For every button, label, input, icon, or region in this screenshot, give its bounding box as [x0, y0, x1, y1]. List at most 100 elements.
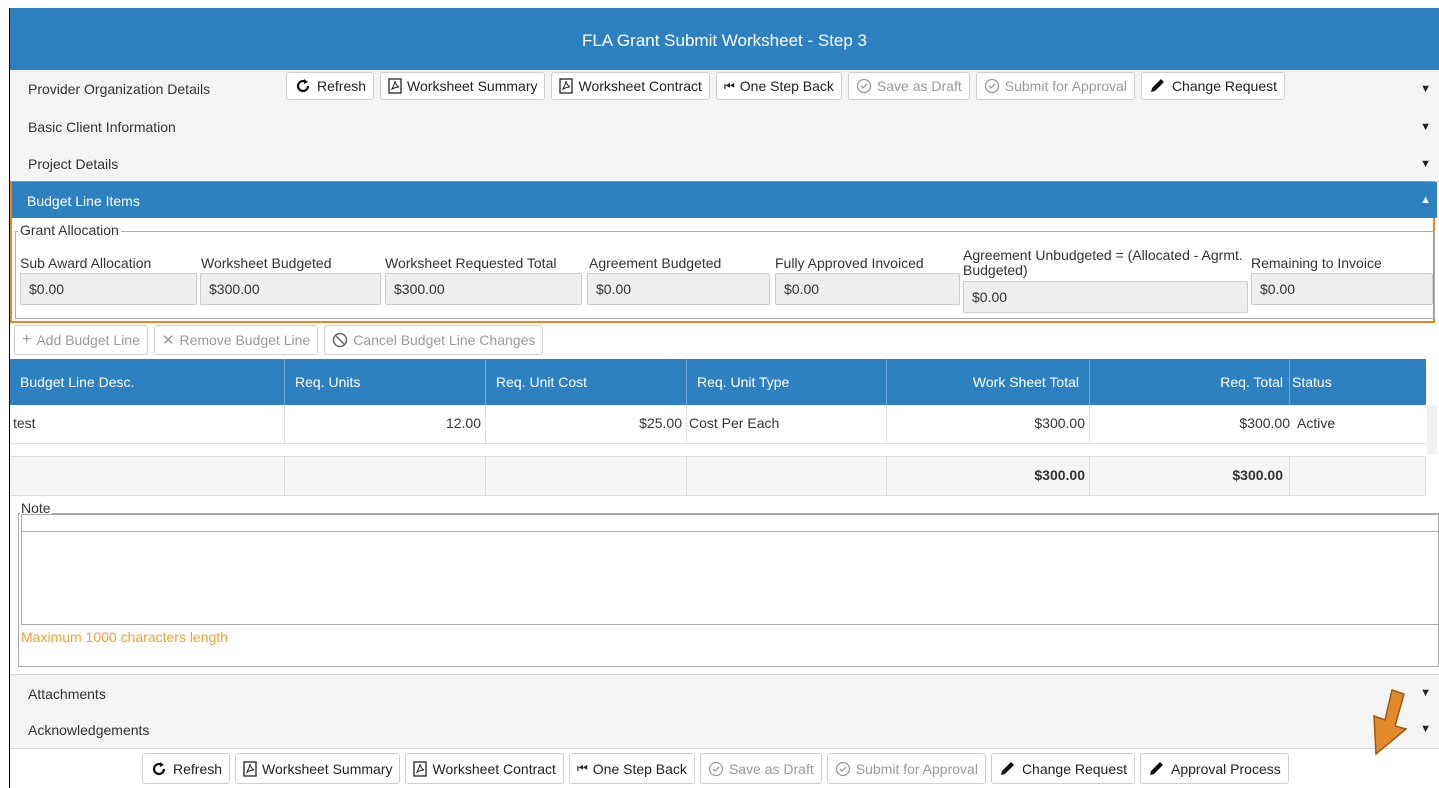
section-project-details[interactable]: Project Details ▼ — [10, 145, 1439, 182]
refresh-label: Refresh — [173, 760, 223, 777]
change-request-button[interactable]: Change Request — [1140, 72, 1286, 100]
chevron-down-icon[interactable]: ▼ — [1420, 121, 1431, 133]
check-circle-icon — [708, 761, 724, 776]
column-header-req-units[interactable]: Req. Units — [285, 359, 486, 405]
worksheet-contract-label: Worksheet Contract — [578, 78, 702, 94]
change-request-label: Change Request — [1171, 78, 1278, 94]
agreement-unbudgeted-field[interactable]: $0.00 — [963, 281, 1248, 313]
totals-cell-req-total: $300.00 — [1090, 457, 1290, 495]
close-icon: ✕ — [161, 332, 175, 349]
refresh-icon — [296, 79, 310, 93]
section-basic-client-label: Basic Client Information — [28, 119, 176, 135]
cell-desc: test — [10, 405, 285, 443]
section-budget-line-items[interactable]: Budget Line Items ▲ — [12, 182, 1437, 218]
section-basic-client[interactable]: Basic Client Information ▼ — [10, 108, 1439, 146]
cancel-budget-line-changes-label: Cancel Budget Line Changes — [353, 332, 536, 348]
totals-cell-unit-type — [687, 457, 887, 495]
budget-grid-header: Budget Line Desc. Req. Units Req. Unit C… — [10, 359, 1426, 405]
submit-for-approval-label: Submit for Approval — [1004, 78, 1127, 94]
totals-cell-work-sheet-total: $300.00 — [887, 457, 1090, 495]
cell-req-unit-type: Cost Per Each — [687, 405, 887, 443]
totals-cell-status — [1290, 457, 1426, 495]
worksheet-budgeted-field[interactable]: $300.00 — [200, 273, 381, 305]
column-header-req-unit-type[interactable]: Req. Unit Type — [687, 359, 887, 405]
section-attachments-label: Attachments — [28, 686, 106, 702]
worksheet-requested-total-field[interactable]: $300.00 — [385, 273, 582, 305]
pencil-icon — [1000, 761, 1014, 775]
bottom-toolbar: Refresh Worksheet Summary Worksheet Cont… — [142, 753, 1289, 784]
refresh-button[interactable]: Refresh — [286, 72, 375, 100]
grant-allocation-legend: Grant Allocation — [18, 222, 121, 238]
cell-req-total: $300.00 — [1239, 415, 1290, 431]
save-as-draft-button-bottom[interactable]: Save as Draft — [699, 753, 822, 784]
annotation-arrow-icon — [1373, 689, 1408, 756]
approval-process-button[interactable]: Approval Process — [1140, 753, 1289, 784]
grid-scrollbar[interactable] — [1427, 405, 1437, 455]
plus-icon: + — [22, 331, 32, 348]
submit-for-approval-button[interactable]: Submit for Approval — [975, 72, 1135, 100]
check-circle-icon — [984, 78, 999, 94]
cancel-budget-line-changes-button[interactable]: Cancel Budget Line Changes — [324, 325, 544, 355]
table-totals-row: $300.00 $300.00 — [10, 456, 1426, 496]
sub-award-allocation-field[interactable]: $0.00 — [20, 273, 197, 305]
top-toolbar: Refresh Worksheet Summary Worksheet Cont… — [286, 72, 1286, 100]
save-as-draft-label: Save as Draft — [728, 760, 814, 777]
pdf-icon — [413, 760, 428, 777]
ban-icon — [332, 332, 348, 348]
worksheet-budgeted-label: Worksheet Budgeted — [201, 255, 332, 271]
column-header-req-unit-cost[interactable]: Req. Unit Cost — [486, 359, 687, 405]
column-header-req-total[interactable]: Req. Total — [1090, 359, 1290, 405]
section-budget-label: Budget Line Items — [27, 193, 140, 209]
section-acknowledgements[interactable]: Acknowledgements ▼ — [10, 711, 1439, 749]
refresh-icon — [152, 761, 166, 775]
chevron-up-icon[interactable]: ▲ — [1420, 194, 1431, 206]
table-row[interactable]: test 12.00 $25.00 Cost Per Each $300.00 … — [10, 405, 1426, 444]
worksheet-contract-button-bottom[interactable]: Worksheet Contract — [405, 753, 564, 784]
change-request-label: Change Request — [1021, 760, 1128, 777]
remaining-to-invoice-label: Remaining to Invoice — [1251, 255, 1382, 271]
section-acknowledgements-label: Acknowledgements — [28, 722, 150, 738]
pencil-icon — [1150, 761, 1164, 775]
submit-for-approval-button-bottom[interactable]: Submit for Approval — [826, 753, 986, 784]
note-textarea[interactable] — [21, 531, 1439, 625]
save-as-draft-button[interactable]: Save as Draft — [847, 72, 970, 100]
worksheet-summary-button[interactable]: Worksheet Summary — [380, 72, 546, 100]
remaining-to-invoice-field[interactable]: $0.00 — [1251, 273, 1433, 305]
refresh-button-bottom[interactable]: Refresh — [142, 753, 231, 784]
section-attachments[interactable]: Attachments ▼ — [10, 674, 1439, 713]
cell-req-units: 12.00 — [285, 405, 486, 443]
worksheet-summary-label: Worksheet Summary — [262, 760, 393, 777]
chevron-down-icon[interactable]: ▼ — [1420, 83, 1431, 95]
column-header-status[interactable]: Status — [1290, 359, 1426, 405]
fully-approved-invoiced-label: Fully Approved Invoiced — [775, 255, 924, 271]
approval-process-label: Approval Process — [1171, 760, 1281, 777]
remove-budget-line-button[interactable]: ✕ Remove Budget Line — [153, 325, 319, 355]
sub-award-allocation-label: Sub Award Allocation — [20, 255, 152, 271]
column-header-desc[interactable]: Budget Line Desc. — [10, 359, 285, 405]
change-request-button-bottom[interactable]: Change Request — [990, 753, 1136, 784]
worksheet-requested-total-label: Worksheet Requested Total — [385, 255, 557, 271]
pencil-icon — [1150, 79, 1164, 92]
chevron-down-icon[interactable]: ▼ — [1420, 158, 1431, 170]
agreement-budgeted-field[interactable]: $0.00 — [587, 273, 770, 305]
worksheet-summary-button-bottom[interactable]: Worksheet Summary — [235, 753, 401, 784]
note-max-length-hint: Maximum 1000 characters length — [21, 629, 228, 645]
remove-budget-line-label: Remove Budget Line — [179, 332, 311, 348]
agreement-budgeted-label: Agreement Budgeted — [589, 255, 722, 271]
step-back-icon: ⏮ — [723, 78, 735, 93]
cell-work-sheet-total: $300.00 — [887, 405, 1090, 443]
refresh-label: Refresh — [317, 78, 367, 94]
cell-req-unit-cost: $25.00 — [486, 405, 687, 443]
pdf-icon — [559, 78, 574, 94]
fully-approved-invoiced-field[interactable]: $0.00 — [775, 273, 960, 305]
note-title-input[interactable] — [21, 514, 1439, 532]
worksheet-summary-label: Worksheet Summary — [407, 78, 538, 94]
one-step-back-button[interactable]: ⏮ One Step Back — [715, 72, 842, 100]
worksheet-contract-button[interactable]: Worksheet Contract — [551, 72, 710, 100]
add-budget-line-button[interactable]: + Add Budget Line — [14, 325, 148, 355]
column-header-work-sheet-total[interactable]: Work Sheet Total — [887, 359, 1090, 405]
add-budget-line-label: Add Budget Line — [36, 332, 140, 348]
one-step-back-label: One Step Back — [739, 78, 834, 94]
check-circle-icon — [856, 78, 872, 94]
one-step-back-button-bottom[interactable]: ⏮ One Step Back — [568, 753, 695, 784]
